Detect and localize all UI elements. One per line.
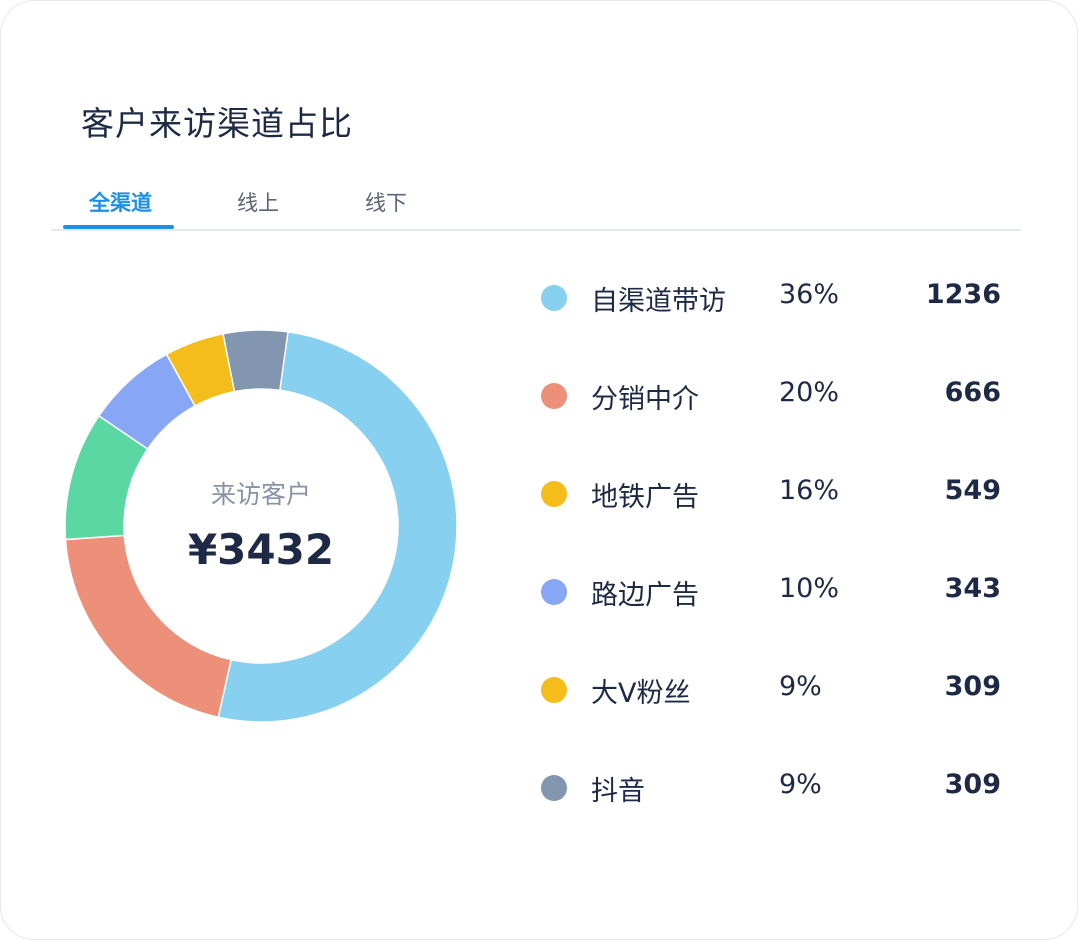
legend-percent-label: 20%: [779, 377, 840, 408]
legend-percent-label: 36%: [779, 279, 840, 310]
legend-color-dot: [541, 677, 567, 703]
legend-category-label: 地铁广告: [591, 482, 699, 513]
legend-value-label: 309: [944, 769, 1001, 800]
legend-value-label: 666: [944, 377, 1001, 408]
legend-percent-label: 10%: [779, 573, 840, 604]
legend-percent-label: 9%: [779, 671, 822, 702]
channel-tabs: 全渠道 线上 线下: [51, 187, 1021, 231]
legend-item: 抖音 9% 309: [531, 761, 1011, 817]
legend-item: 自渠道带访 36% 1236: [531, 271, 1011, 327]
legend-item: 地铁广告 16% 549: [531, 467, 1011, 523]
legend-item: 大V粉丝 9% 309: [531, 663, 1011, 719]
card-title: 客户来访渠道占比: [81, 104, 353, 143]
tab-offline[interactable]: 线下: [365, 187, 407, 217]
legend-category-label: 抖音: [591, 776, 645, 807]
active-tab-indicator: [63, 225, 174, 229]
legend-value-label: 1236: [925, 279, 1001, 310]
tab-all-channels[interactable]: 全渠道: [89, 187, 152, 217]
legend-color-dot: [541, 775, 567, 801]
legend-item: 路边广告 10% 343: [531, 565, 1011, 621]
legend-item: 分销中介 20% 666: [531, 369, 1011, 425]
legend-color-dot: [541, 579, 567, 605]
legend-category-label: 自渠道带访: [591, 286, 726, 317]
legend-category-label: 大V粉丝: [591, 678, 691, 709]
legend-color-dot: [541, 285, 567, 311]
legend-category-label: 路边广告: [591, 580, 699, 611]
legend-color-dot: [541, 481, 567, 507]
legend-value-label: 343: [944, 573, 1001, 604]
chart-card: 客户来访渠道占比 全渠道 线上 线下 来访客户 ¥3432 自渠道带访 36% 12…: [0, 0, 1078, 940]
tab-online[interactable]: 线上: [237, 187, 279, 217]
legend-category-label: 分销中介: [591, 384, 699, 415]
center-value: ¥3432: [187, 525, 335, 574]
center-label: 来访客户: [210, 480, 311, 509]
legend-value-label: 309: [944, 671, 1001, 702]
legend-value-label: 549: [944, 475, 1001, 506]
donut-slice-6: [222, 329, 289, 393]
legend-percent-label: 9%: [779, 769, 822, 800]
legend-color-dot: [541, 383, 567, 409]
legend-percent-label: 16%: [779, 475, 840, 506]
